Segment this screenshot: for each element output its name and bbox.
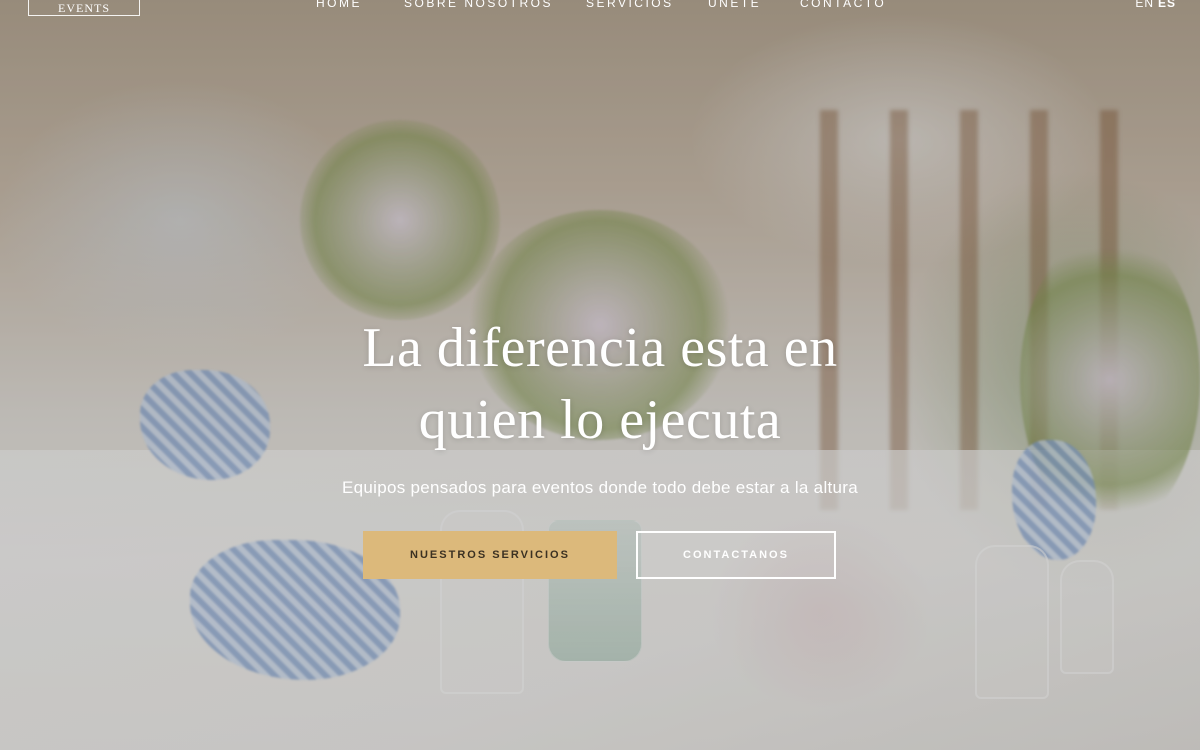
- main-nav: HOME SOBRE NOSOTROS SERVICIOS UNETE CONT…: [0, 0, 1200, 16]
- nav-item-contacto[interactable]: CONTACTO: [800, 0, 886, 10]
- hero-title-line-1: La diferencia esta en: [362, 317, 838, 379]
- services-button[interactable]: NUESTROS SERVICIOS: [363, 531, 617, 579]
- hero-title-line-2: quien lo ejecuta: [418, 389, 782, 451]
- nav-item-sobre-nosotros[interactable]: SOBRE NOSOTROS: [404, 0, 553, 10]
- language-es[interactable]: ES: [1158, 0, 1176, 10]
- hero-subtitle: Equipos pensados para eventos donde todo…: [341, 478, 859, 497]
- hero-title: La diferencia esta en quien lo ejecuta: [0, 312, 1200, 456]
- contact-button[interactable]: CONTACTANOS: [636, 531, 836, 579]
- language-en[interactable]: EN: [1135, 0, 1154, 10]
- nav-item-unete[interactable]: UNETE: [708, 0, 761, 10]
- nav-item-servicios[interactable]: SERVICIOS: [586, 0, 674, 10]
- nav-item-home[interactable]: HOME: [316, 0, 362, 10]
- language-switcher: EN ES: [1135, 0, 1176, 10]
